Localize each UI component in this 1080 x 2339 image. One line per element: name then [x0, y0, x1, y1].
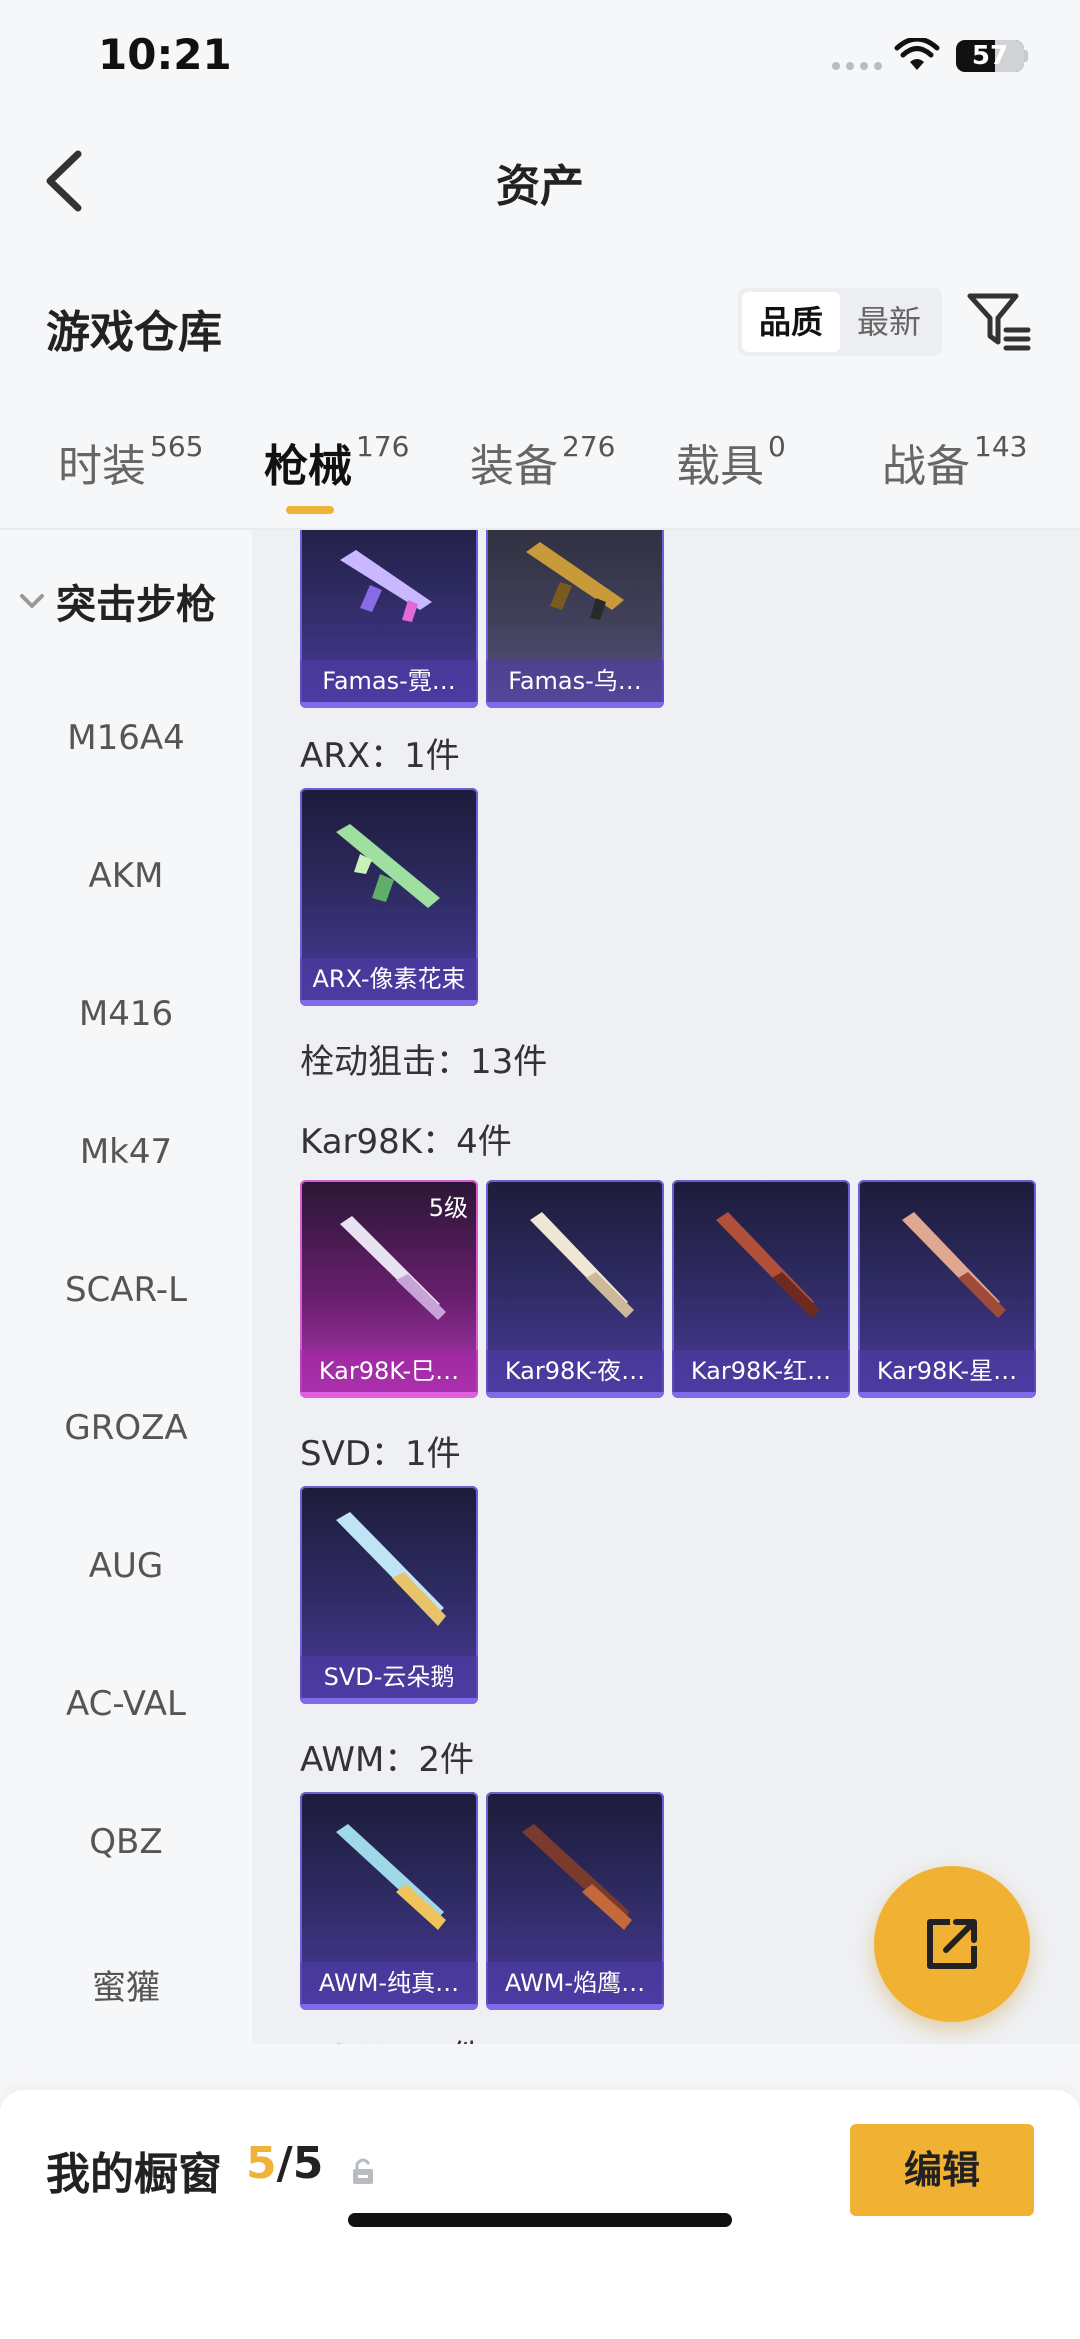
card-rarity-bar — [300, 702, 478, 708]
weapon-card[interactable]: AWM-焰鹰… — [486, 1792, 664, 2010]
sidebar-item-akm[interactable]: AKM — [0, 856, 252, 896]
card-rarity-bar — [858, 1392, 1036, 1398]
lock-icon — [353, 2158, 373, 2184]
weapon-name: Kar98K-星… — [858, 1350, 1036, 1392]
sidebar-item-honey-badger[interactable]: 蜜獾 — [0, 1960, 252, 2009]
page-title: 资产 — [496, 161, 584, 212]
weapon-name: AWM-纯真… — [300, 1962, 478, 2004]
category-tabs: 时装 565 枪械 176 装备 276 载具 0 战备 143 — [0, 430, 1080, 530]
famas-rifle-icon — [526, 542, 624, 620]
weapon-card[interactable]: Famas-霓… — [300, 530, 478, 708]
signal-icon — [832, 62, 882, 70]
sort-quality-button[interactable]: 品质 — [742, 292, 840, 352]
sidebar-item-groza[interactable]: GROZA — [0, 1408, 252, 1448]
awm-rifle-icon — [336, 1824, 446, 1930]
sidebar-item-qbz[interactable]: QBZ — [0, 1822, 252, 1862]
group-label-arx: ARX：1件 — [300, 736, 460, 776]
battery-cap — [1024, 50, 1028, 62]
weapon-card[interactable]: Kar98K-红… — [672, 1180, 850, 1398]
card-rarity-bar — [486, 702, 664, 708]
showcase-count: 5/5 — [246, 2138, 323, 2189]
active-tab-indicator — [286, 506, 334, 514]
weapon-card[interactable]: Kar98K-夜… — [486, 1180, 664, 1398]
card-rarity-bar — [300, 2004, 478, 2010]
chevron-down-icon — [20, 594, 44, 608]
warehouse-title: 游戏仓库 — [46, 307, 222, 358]
kar98k-rifle-icon — [902, 1212, 1006, 1318]
arx-rifle-icon — [336, 824, 440, 908]
group-label-bolt-action: 栓动狙击：13件 — [300, 1042, 548, 1082]
showcase-current: 5 — [246, 2138, 277, 2189]
weapon-card[interactable]: 5级 Kar98K-巳… — [300, 1180, 478, 1398]
sidebar-group-assault-rifles[interactable]: 突击步枪 — [18, 572, 216, 630]
weapon-type-sidebar: 突击步枪 M16A4 AKM M416 Mk47 SCAR-L GROZA AU… — [0, 530, 252, 2100]
weapon-name: Kar98K-红… — [672, 1350, 850, 1392]
level-badge: 5级 — [428, 1194, 468, 1222]
card-rarity-bar — [486, 2004, 664, 2010]
famas-rifle-icon — [340, 550, 432, 622]
group-label-kar98k: Kar98K：4件 — [300, 1122, 512, 1162]
weapon-name: Famas-乌… — [486, 660, 664, 702]
awm-rifle-icon — [522, 1824, 632, 1930]
sidebar-item-m416[interactable]: M416 — [0, 994, 252, 1034]
edit-button[interactable]: 编辑 — [850, 2124, 1034, 2216]
sidebar-item-m16a4[interactable]: M16A4 — [0, 718, 252, 758]
group-label-awm: AWM：2件 — [300, 1740, 474, 1780]
weapon-card[interactable]: SVD-云朵鹅 — [300, 1486, 478, 1704]
tab-fashion[interactable]: 时装 565 — [58, 430, 203, 494]
sort-newest-button[interactable]: 最新 — [840, 292, 938, 352]
sort-toggle: 品质 最新 — [738, 288, 942, 356]
group-label-svd: SVD：1件 — [300, 1434, 461, 1474]
kar98k-rifle-icon — [530, 1212, 634, 1318]
card-rarity-bar — [300, 1392, 478, 1398]
share-button[interactable] — [874, 1866, 1030, 2022]
weapon-name: AWM-焰鹰… — [486, 1962, 664, 2004]
group-label-m200: M200：1件 — [300, 2030, 484, 2044]
sidebar-item-aug[interactable]: AUG — [0, 1546, 252, 1586]
card-rarity-bar — [300, 1000, 478, 1006]
sidebar-item-ac-val[interactable]: AC-VAL — [0, 1684, 252, 1724]
weapon-name: Kar98K-巳… — [300, 1350, 478, 1392]
sidebar-item-scar-l[interactable]: SCAR-L — [0, 1270, 252, 1310]
sidebar-item-mk47[interactable]: Mk47 — [0, 1132, 252, 1172]
kar98k-rifle-icon — [716, 1212, 820, 1318]
battery-icon: 57 — [956, 40, 1024, 72]
weapon-name: Famas-霓… — [300, 660, 478, 702]
svd-rifle-icon — [336, 1512, 446, 1626]
weapon-card[interactable]: Kar98K-星… — [858, 1180, 1036, 1398]
tab-firearms[interactable]: 枪械 176 — [264, 430, 409, 494]
card-rarity-bar — [486, 1392, 664, 1398]
battery-level: 57 — [971, 41, 1009, 71]
weapon-name: ARX-像素花束 — [300, 958, 478, 1000]
weapon-name: Kar98K-夜… — [486, 1350, 664, 1392]
weapon-card[interactable]: ARX-像素花束 — [300, 788, 478, 1006]
sidebar-group-label: 突击步枪 — [56, 582, 216, 628]
tab-equipment[interactable]: 装备 276 — [470, 430, 615, 494]
tab-supplies[interactable]: 战备 143 — [882, 430, 1027, 494]
home-indicator — [348, 2213, 732, 2227]
card-rarity-bar — [672, 1392, 850, 1398]
status-time: 10:21 — [98, 30, 232, 79]
showcase-label: 我的橱窗 — [46, 2149, 222, 2200]
weapon-grid: Famas-霓… Famas-乌… ARX：1件 ARX-像素花束 栓动狙击：1… — [252, 530, 1080, 2044]
filter-icon[interactable] — [966, 290, 1032, 352]
wifi-icon — [894, 38, 940, 70]
weapon-name: SVD-云朵鹅 — [300, 1656, 478, 1698]
tab-vehicles[interactable]: 载具 0 — [676, 430, 786, 494]
share-icon — [927, 1919, 977, 1969]
status-bar: 10:21 57 — [0, 0, 1080, 120]
weapon-card[interactable]: AWM-纯真… — [300, 1792, 478, 2010]
weapon-card[interactable]: Famas-乌… — [486, 530, 664, 708]
showcase-total: /5 — [276, 2138, 324, 2189]
card-rarity-bar — [300, 1698, 478, 1704]
